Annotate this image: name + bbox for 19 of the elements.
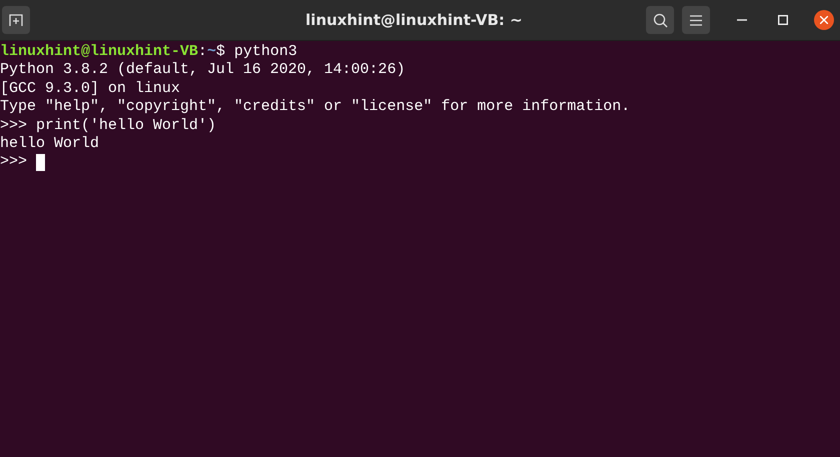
search-icon: [652, 12, 668, 28]
output-line: Python 3.8.2 (default, Jul 16 2020, 14:00:26): [0, 61, 406, 80]
search-button[interactable]: [646, 6, 674, 34]
prompt-line: linuxhint@linuxhint-VB:~$ python3: [0, 43, 298, 62]
text-cursor: [36, 154, 46, 172]
output-line: hello World: [0, 135, 100, 154]
output-line: Type "help", "copyright", "credits" or "license" for more information.: [0, 98, 632, 117]
close-button[interactable]: [814, 10, 834, 30]
menu-button[interactable]: [682, 6, 710, 34]
output-line: >>> print('hello World'): [0, 116, 218, 136]
minimize-icon: [737, 19, 747, 21]
output-line: [GCC 9.3.0] on linux: [0, 80, 182, 98]
new-tab-icon: [9, 14, 23, 26]
window-title: linuxhint@linuxhint-VB: ~: [304, 11, 524, 29]
close-icon: [820, 16, 828, 24]
menu-icon: [690, 14, 702, 26]
maximize-icon: [778, 15, 788, 25]
new-tab-button[interactable]: [2, 6, 30, 34]
input-prompt: >>>: [0, 153, 28, 172]
